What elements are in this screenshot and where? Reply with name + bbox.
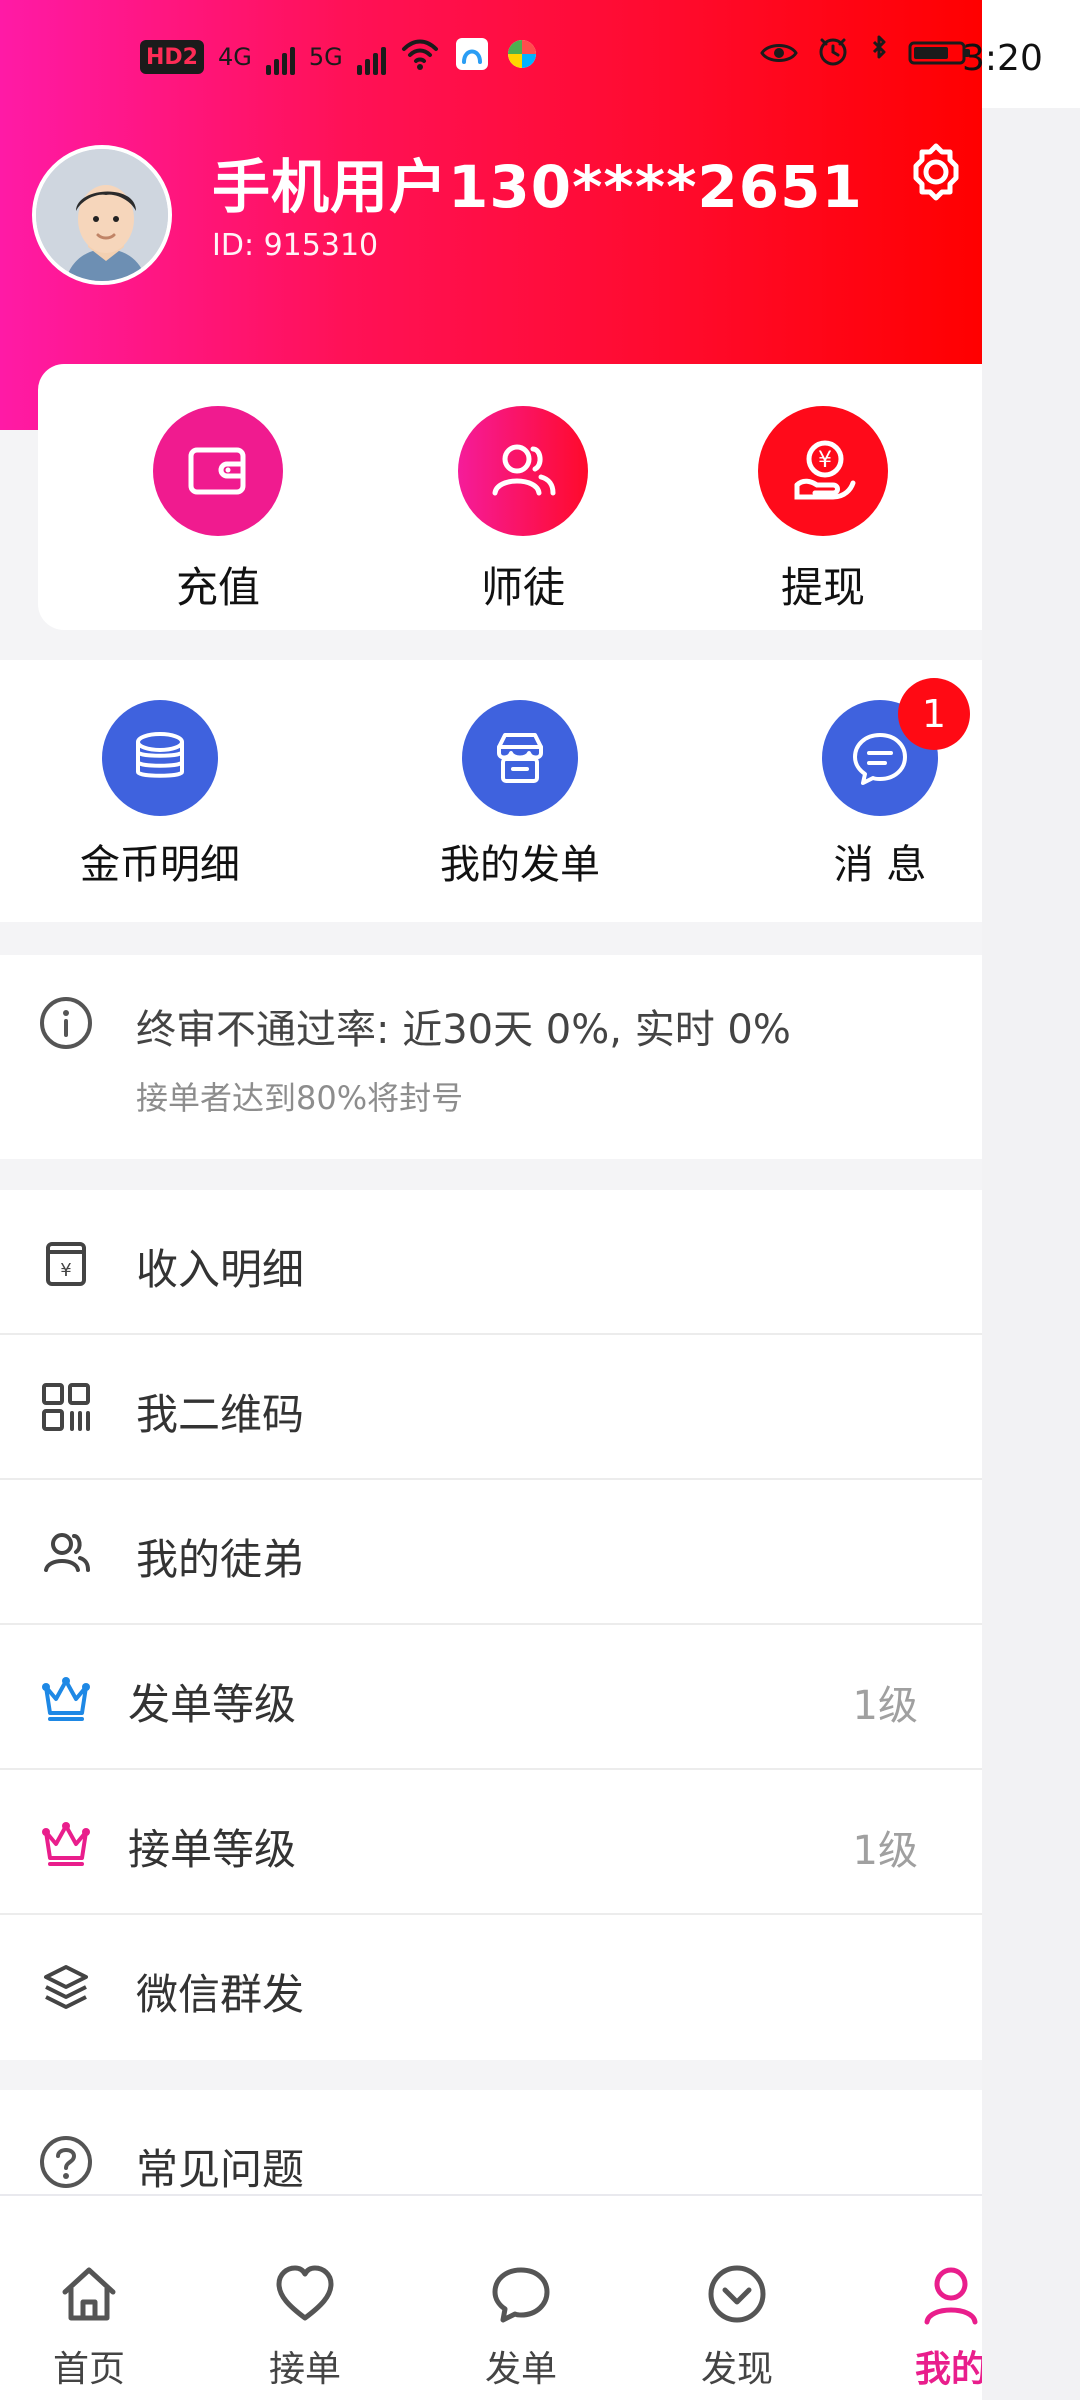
notice-title: 终审不通过率: 近30天 0%, 实时 0%	[136, 1007, 791, 1053]
chat-icon	[485, 2258, 557, 2330]
menu-item-income-details[interactable]: ¥ 收入明细	[0, 1190, 982, 1335]
settings-gear-icon[interactable]	[904, 140, 968, 204]
tab-label: 首页	[52, 2349, 125, 2390]
menu-item-label: 微信群发	[136, 1970, 305, 2019]
info-icon	[38, 995, 94, 1051]
tab-label: 接单	[268, 2349, 341, 2390]
people-icon	[38, 1524, 94, 1580]
action-label: 师徒	[480, 563, 565, 612]
bluetooth-icon	[868, 34, 890, 77]
quick-item-coin-details[interactable]: 金币明细	[30, 700, 290, 890]
network-5g-label: 5G	[308, 43, 343, 71]
action-label: 提现	[780, 563, 865, 612]
tab-label: 我的	[914, 2349, 982, 2390]
coins-icon	[102, 700, 218, 816]
review-rate-notice: 终审不通过率: 近30天 0%, 实时 0% 接单者达到80%将封号	[0, 955, 982, 1159]
app-color-icon	[504, 36, 540, 78]
tab-discover[interactable]: 发现	[652, 2258, 822, 2392]
menu-item-qr-code[interactable]: 我二维码	[0, 1335, 982, 1480]
menu-item-order-level[interactable]: 发单等级 1级	[0, 1625, 982, 1770]
menu-list: ¥ 收入明细 我二维码 我的徒弟 发单等级 1级 接单等级 1级 微信群发	[0, 1190, 982, 2060]
tab-home[interactable]: 首页	[4, 2258, 174, 2392]
tab-label: 发现	[700, 2349, 773, 2390]
qr-code-icon	[38, 1379, 94, 1435]
action-recharge[interactable]: 充值	[108, 406, 328, 615]
menu-item-label: 发单等级	[128, 1680, 297, 1729]
app-root: 手机用户130****2651 ID: 915310 充值 师徒 ¥ 提现 金币…	[0, 0, 982, 2400]
faq-label: 常见问题	[136, 2145, 305, 2194]
menu-item-value: 1级	[852, 1828, 918, 1874]
wallet-icon	[153, 406, 283, 536]
heart-icon	[269, 2258, 341, 2330]
svg-text:¥: ¥	[818, 448, 832, 473]
username: 手机用户130****2651	[212, 153, 863, 221]
signal-bars-icon	[356, 39, 386, 75]
message-icon: 1	[822, 678, 970, 816]
right-margin	[982, 0, 1080, 2400]
user-id: ID: 915310	[212, 228, 379, 263]
home-icon	[53, 2258, 125, 2330]
menu-item-take-order-level[interactable]: 接单等级 1级	[0, 1770, 982, 1915]
menu-item-label: 收入明细	[136, 1245, 305, 1294]
notice-subtitle: 接单者达到80%将封号	[136, 1079, 464, 1117]
action-label: 充值	[175, 563, 260, 612]
tab-mine[interactable]: 我的	[866, 2258, 982, 2392]
tab-post-order[interactable]: 发单	[436, 2258, 606, 2392]
income-icon: ¥	[38, 1234, 94, 1290]
menu-item-label: 我的徒弟	[136, 1535, 305, 1584]
quick-item-messages[interactable]: 1 消 息	[750, 678, 982, 890]
quick-item-label: 金币明细	[80, 842, 240, 888]
status-right	[760, 34, 972, 77]
menu-item-faq[interactable]: 常见问题	[0, 2090, 982, 2194]
user-icon	[915, 2258, 982, 2330]
tab-take-orders[interactable]: 接单	[220, 2258, 390, 2392]
quick-item-label: 消 息	[833, 842, 927, 888]
eye-icon	[760, 36, 798, 76]
menu-item-wechat-broadcast[interactable]: 微信群发	[0, 1915, 982, 2060]
people-icon	[458, 406, 588, 536]
status-left: HD2 4G 5G	[140, 36, 540, 78]
menu-item-my-disciples[interactable]: 我的徒弟	[0, 1480, 982, 1625]
svg-text:¥: ¥	[60, 1260, 71, 1281]
action-withdraw[interactable]: ¥ 提现	[713, 406, 933, 615]
quick-item-label: 我的发单	[440, 842, 600, 888]
tab-label: 发单	[484, 2349, 557, 2390]
withdraw-icon: ¥	[758, 406, 888, 536]
signal-bars-icon	[265, 39, 295, 75]
action-mentorship[interactable]: 师徒	[413, 406, 633, 615]
avatar[interactable]	[32, 145, 172, 285]
menu-item-label: 接单等级	[128, 1825, 297, 1874]
store-icon	[462, 700, 578, 816]
quick-item-my-orders[interactable]: 我的发单	[390, 700, 650, 890]
crown-blue-icon	[38, 1669, 94, 1725]
app-notification-icon	[454, 36, 490, 78]
status-bar: HD2 4G 5G 3:20	[0, 0, 1080, 128]
crown-pink-icon	[38, 1814, 94, 1870]
alarm-icon	[816, 34, 850, 77]
help-icon	[38, 2134, 94, 2190]
status-time: 3:20	[962, 38, 1043, 79]
network-4g-label: 4G	[217, 43, 252, 71]
layers-icon	[38, 1959, 94, 2015]
discover-icon	[701, 2258, 773, 2330]
menu-item-label: 我二维码	[136, 1390, 305, 1439]
message-count-badge: 1	[898, 678, 970, 750]
menu-item-value: 1级	[852, 1683, 918, 1729]
hd-badge: HD2	[140, 40, 204, 74]
wifi-icon	[400, 37, 440, 77]
